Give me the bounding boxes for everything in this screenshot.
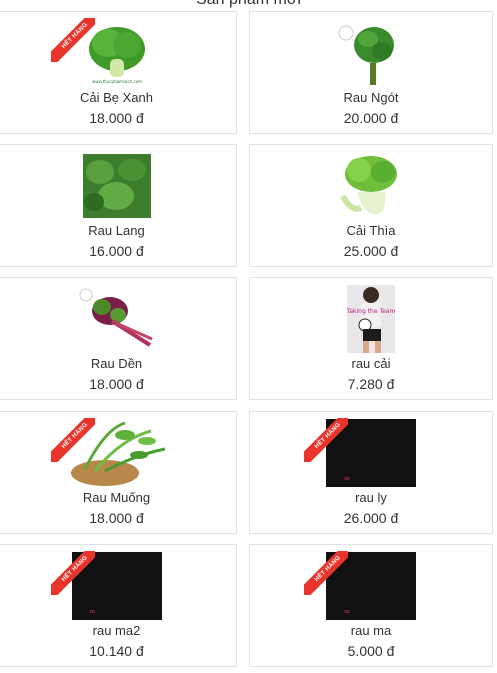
product-image[interactable] [321, 19, 421, 87]
product-image[interactable] [67, 152, 167, 220]
product-card-rau-ma[interactable]: ∞ rau ma 5.000 đ HẾT HÀNG [249, 544, 493, 667]
product-name[interactable]: rau ly [250, 490, 492, 505]
product-card-rau-ly[interactable]: ∞ rau ly 26.000 đ HẾT HÀNG [249, 411, 493, 534]
out-of-stock-badge: HẾT HÀNG [304, 418, 348, 462]
product-price: 7.280 đ [347, 376, 395, 392]
product-name[interactable]: Rau Muống [0, 490, 236, 505]
product-card-rau-muong[interactable]: Rau Muống 18.000 đ HẾT HÀNG [0, 411, 237, 534]
svg-text:www.thucphamsach.com: www.thucphamsach.com [91, 79, 141, 84]
product-name[interactable]: Rau Dền [0, 356, 236, 371]
product-image[interactable]: Taking the Team [321, 285, 421, 353]
out-of-stock-badge: HẾT HÀNG [51, 418, 95, 462]
product-card-rau-lang[interactable]: Rau Lang 16.000 đ [0, 144, 237, 267]
product-name[interactable]: Cải Bẹ Xanh [0, 90, 236, 105]
product-price: 5.000 đ [347, 643, 395, 659]
product-name[interactable]: Rau Ngót [250, 90, 492, 105]
out-of-stock-badge: HẾT HÀNG [51, 18, 95, 62]
product-price: 18.000 đ [89, 110, 144, 126]
product-price: 26.000 đ [343, 510, 399, 526]
product-grid: www.thucphamsach.com Cải Bẹ Xanh 18.000 … [0, 0, 497, 673]
product-price: 20.000 đ [343, 110, 399, 126]
out-of-stock-badge: HẾT HÀNG [51, 551, 95, 595]
product-card-rau-ngot[interactable]: Rau Ngót 20.000 đ [249, 11, 493, 134]
product-name[interactable]: rau ma [250, 623, 492, 638]
svg-text:Taking the Team: Taking the Team [347, 308, 395, 315]
product-price: 25.000 đ [343, 243, 399, 259]
product-price: 16.000 đ [89, 243, 144, 259]
product-card-cai-be-xanh[interactable]: www.thucphamsach.com Cải Bẹ Xanh 18.000 … [0, 11, 237, 134]
product-image[interactable] [321, 152, 421, 220]
product-price: 18.000 đ [89, 510, 144, 526]
out-of-stock-badge: HẾT HÀNG [304, 551, 348, 595]
product-card-rau-ma2[interactable]: ∞ rau ma2 10.140 đ HẾT HÀNG [0, 544, 237, 667]
product-price: 18.000 đ [89, 376, 144, 392]
product-name[interactable]: rau cải [250, 356, 492, 371]
product-card-rau-cai[interactable]: Taking the Team rau cải 7.280 đ [249, 277, 493, 400]
product-name[interactable]: Cải Thìa [250, 223, 492, 238]
product-card-rau-den[interactable]: Rau Dền 18.000 đ [0, 277, 237, 400]
product-image[interactable] [67, 285, 167, 353]
product-name[interactable]: rau ma2 [0, 623, 236, 638]
product-price: 10.140 đ [89, 643, 144, 659]
product-name[interactable]: Rau Lang [0, 223, 236, 238]
product-card-cai-thia[interactable]: Cải Thìa 25.000 đ [249, 144, 493, 267]
